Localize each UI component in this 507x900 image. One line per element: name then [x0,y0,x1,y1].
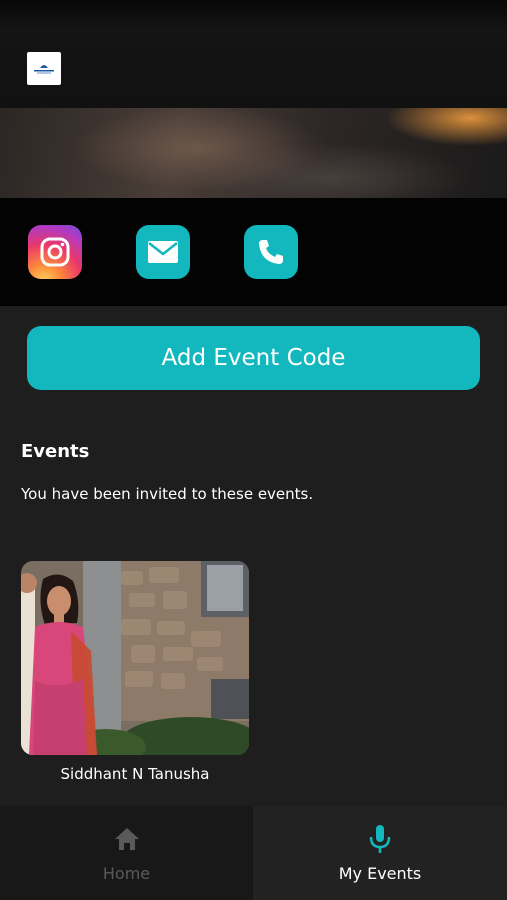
add-event-code-button[interactable]: Add Event Code [27,326,480,390]
event-photo [21,561,249,755]
social-links [0,198,507,306]
phone-icon [259,240,283,264]
events-subtitle: You have been invited to these events. [21,485,314,503]
brand-logo [27,52,61,85]
instagram-icon [40,237,70,267]
event-card[interactable] [21,561,249,755]
microphone-icon [369,825,391,853]
instagram-button[interactable] [28,225,82,279]
nav-my-events-label: My Events [338,864,422,883]
event-name: Siddhant N Tanusha [60,765,210,783]
brand-logo-icon [34,64,54,73]
bottom-navigation: Home My Events [0,806,507,900]
phone-button[interactable] [244,225,298,279]
mail-icon [148,241,178,263]
home-icon [114,828,139,850]
nav-home[interactable]: Home [0,806,253,900]
events-heading: Events [21,441,90,462]
nav-home-label: Home [102,864,151,883]
event-banner-image [0,108,507,198]
nav-my-events[interactable]: My Events [253,806,507,900]
email-button[interactable] [136,225,190,279]
app-header [0,0,507,108]
